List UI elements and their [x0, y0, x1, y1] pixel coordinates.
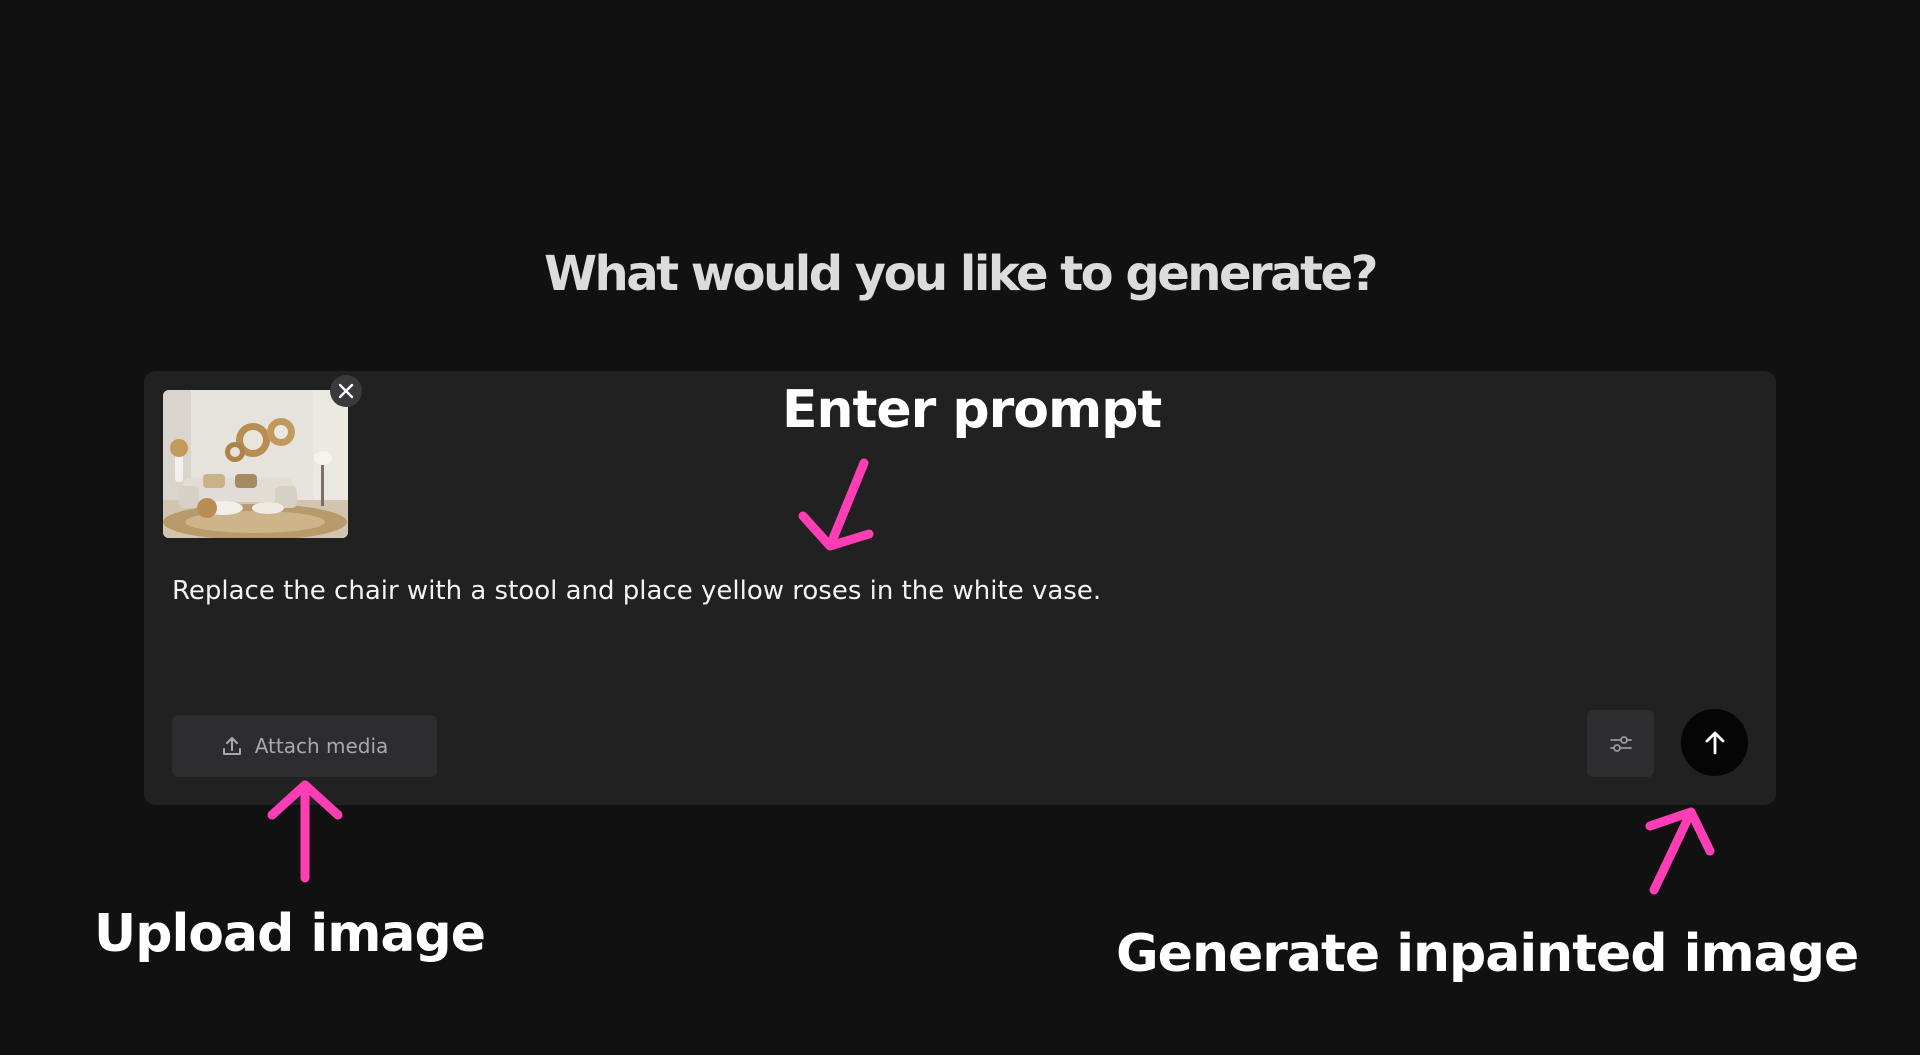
close-icon [338, 383, 354, 399]
remove-image-button[interactable] [330, 375, 362, 407]
upload-icon [222, 737, 241, 755]
annotation-upload-image: Upload image [94, 904, 486, 964]
attach-media-button[interactable]: Attach media [172, 715, 437, 777]
generate-button[interactable] [1681, 709, 1748, 776]
sliders-icon [1609, 735, 1632, 752]
annotation-enter-prompt: Enter prompt [782, 380, 1162, 440]
annotation-generate-image: Generate inpainted image [1116, 924, 1859, 984]
settings-button[interactable] [1587, 710, 1654, 777]
attach-media-label: Attach media [254, 734, 389, 758]
living-room-image [163, 390, 348, 538]
arrow-up-icon [1705, 731, 1724, 754]
page-title: What would you like to generate? [544, 246, 1378, 302]
annotation-arrow-prompt [798, 458, 874, 551]
prompt-input[interactable]: Replace the chair with a stool and place… [172, 574, 1732, 608]
annotation-arrow-generate [1645, 807, 1715, 895]
annotation-arrow-upload [267, 780, 343, 883]
attached-image-thumbnail[interactable] [163, 390, 348, 538]
